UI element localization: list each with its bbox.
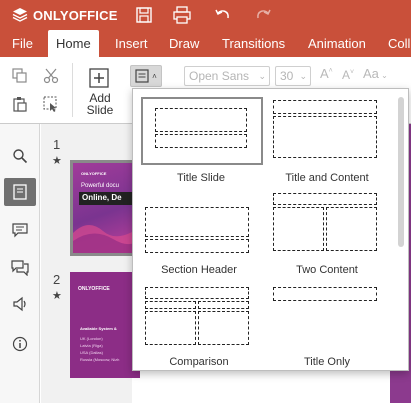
- font-name-value: Open Sans: [189, 69, 250, 83]
- layout-label: Two Content: [296, 264, 358, 276]
- dropdown-scrollbar[interactable]: [398, 97, 404, 247]
- print-icon[interactable]: [172, 5, 192, 25]
- layout-preview: [273, 100, 377, 158]
- slide-brand: ONLYOFFICE: [78, 286, 110, 292]
- tab-insert[interactable]: Insert: [107, 30, 156, 57]
- app-name: ONLYOFFICE: [33, 7, 118, 23]
- app-logo: ONLYOFFICE: [12, 7, 118, 23]
- layout-label: Title and Content: [285, 172, 369, 184]
- layout-label: Title Slide: [177, 172, 225, 184]
- cut-icon[interactable]: [41, 66, 61, 86]
- undo-icon[interactable]: [213, 5, 233, 25]
- tab-collaboration[interactable]: Coll: [380, 30, 411, 57]
- slide-thumbnails-panel: 1 ★ ONLYOFFICE Powerful docu Online, De …: [41, 124, 140, 403]
- layout-preview: [273, 193, 377, 251]
- tab-home[interactable]: Home: [48, 30, 99, 57]
- onlyoffice-logo-icon: [12, 8, 28, 22]
- slide-number: 1: [53, 137, 61, 152]
- chevron-down-icon: ⌄: [299, 71, 307, 81]
- tab-animation[interactable]: Animation: [300, 30, 374, 57]
- left-sidebar: [0, 124, 40, 403]
- add-slide-icon[interactable]: [88, 67, 110, 89]
- font-size-value: 30: [280, 69, 294, 83]
- layout-icon: [135, 69, 149, 83]
- tab-file[interactable]: File: [4, 30, 41, 57]
- slide-number: 2: [53, 272, 61, 287]
- tab-draw[interactable]: Draw: [161, 30, 207, 57]
- list-item: Latvia (Riga): [80, 343, 103, 348]
- chat-icon[interactable]: [4, 254, 36, 282]
- slide-bullet-list: UK (London) Latvia (Riga) USA (Dallas) R…: [80, 335, 119, 363]
- list-item: UK (London): [80, 336, 103, 341]
- slide-heading: Available System &: [80, 326, 117, 331]
- comments-icon[interactable]: [4, 216, 36, 244]
- slide-layout-dropdown: Title Slide Title and Content Section He…: [132, 88, 409, 371]
- font-size-select[interactable]: 30 ⌄: [275, 66, 311, 86]
- star-icon: ★: [52, 290, 62, 302]
- slide-layout-button[interactable]: ˄: [130, 65, 162, 87]
- layout-preview: [145, 207, 249, 253]
- list-item: USA (Dallas): [80, 350, 103, 355]
- save-icon[interactable]: [134, 5, 154, 25]
- layout-preview: [141, 97, 263, 165]
- increase-font-button[interactable]: A˄: [320, 66, 333, 81]
- redo-icon[interactable]: [253, 5, 273, 25]
- layout-preview: [145, 287, 249, 345]
- layout-preview: [273, 287, 377, 301]
- search-icon[interactable]: [4, 142, 36, 170]
- change-case-button[interactable]: Aa ⌄: [363, 66, 388, 81]
- slide-thumbnail[interactable]: ONLYOFFICE Powerful docu Online, De: [70, 160, 140, 256]
- chevron-down-icon: ⌄: [258, 71, 266, 81]
- title-bar: ONLYOFFICE: [0, 0, 411, 30]
- tab-transitions[interactable]: Transitions: [214, 30, 293, 57]
- chevron-up-icon: ˄: [152, 71, 157, 81]
- slide-thumbnail[interactable]: ONLYOFFICE Available System & UK (London…: [70, 272, 140, 378]
- menu-bar: File Home Insert Draw Transitions Animat…: [0, 30, 411, 57]
- font-name-select[interactable]: Open Sans ⌄: [184, 66, 270, 86]
- select-all-icon[interactable]: [41, 94, 61, 114]
- star-icon: ★: [52, 155, 62, 167]
- layout-label: Section Header: [161, 264, 237, 276]
- toolbar-divider: [72, 63, 73, 117]
- layout-label: Title Only: [303, 356, 351, 368]
- info-icon[interactable]: [4, 330, 36, 358]
- slide-brand: ONLYOFFICE: [81, 171, 107, 176]
- layout-label: Comparison: [169, 356, 229, 368]
- feedback-icon[interactable]: [4, 290, 36, 318]
- slide-title-top: Powerful docu: [81, 183, 120, 189]
- paste-icon[interactable]: [10, 94, 30, 114]
- slide-title-main: Online, De: [82, 193, 122, 202]
- decrease-font-button[interactable]: A˅: [342, 68, 354, 82]
- slides-panel-icon[interactable]: [4, 178, 36, 206]
- slide-wave-graphic: [73, 225, 137, 253]
- copy-icon[interactable]: [10, 66, 30, 86]
- list-item: Russia (Moscow, Nizh: [80, 357, 120, 362]
